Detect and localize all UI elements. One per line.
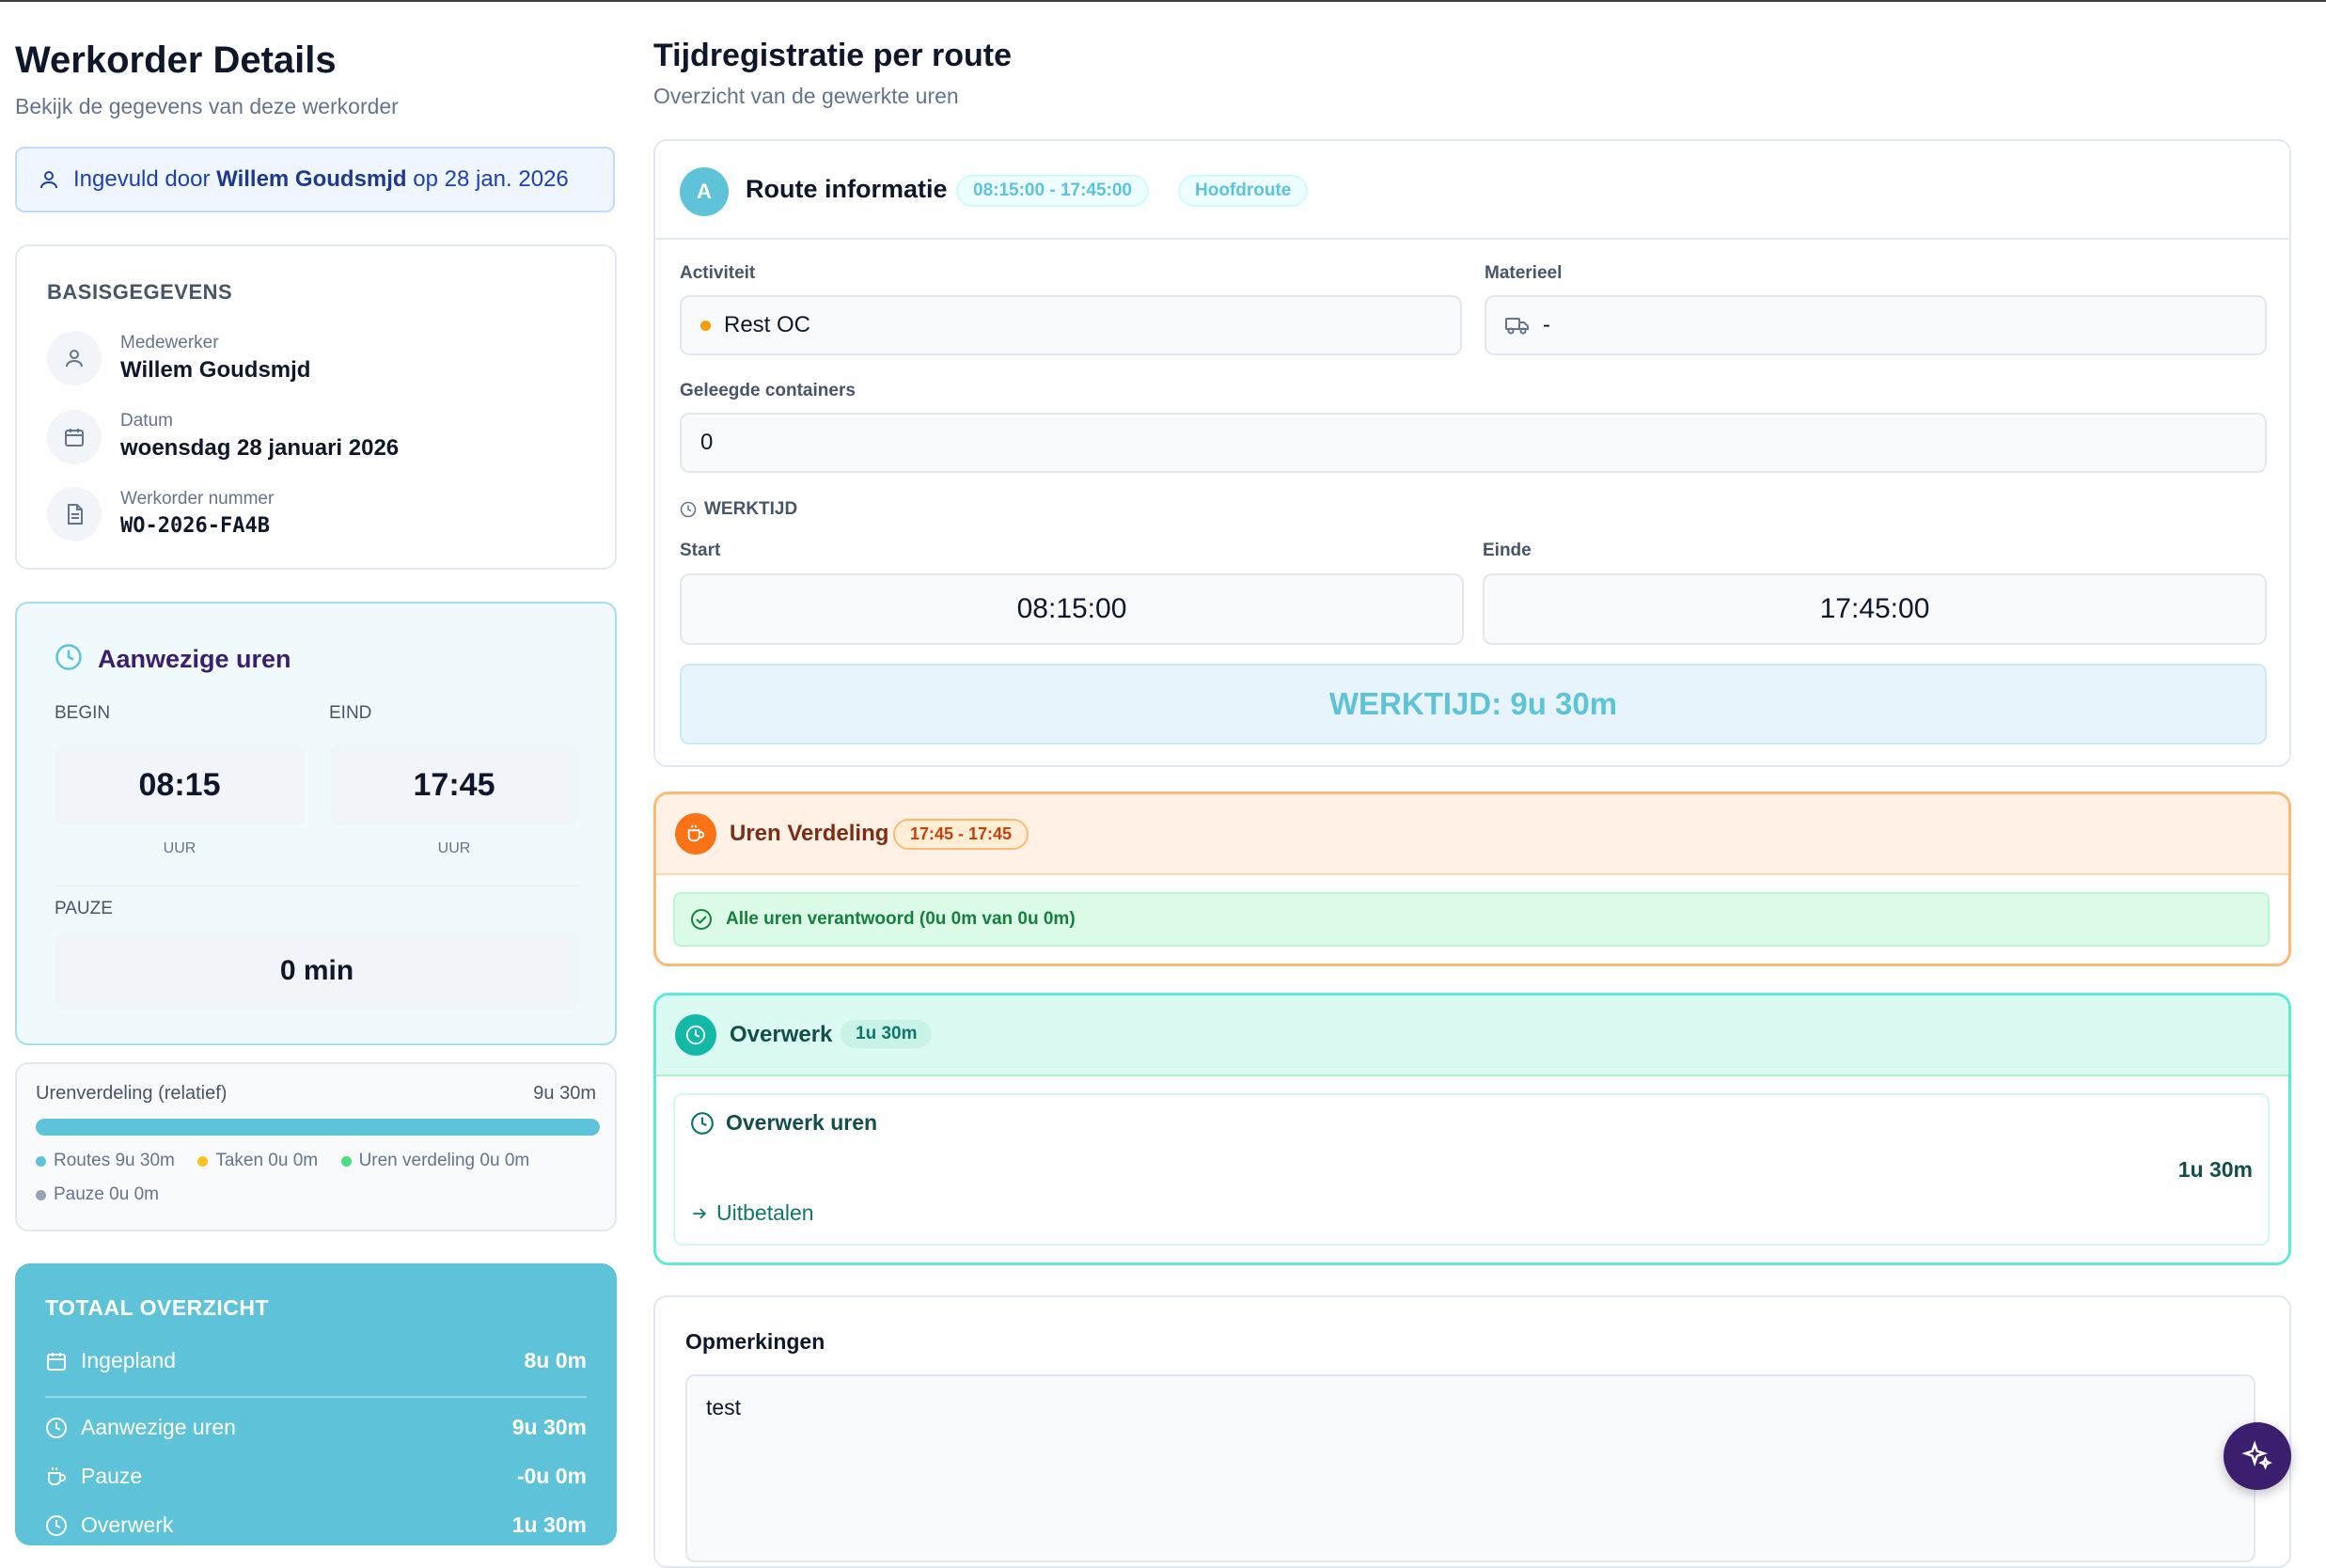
document-icon xyxy=(47,487,102,541)
route-title: Route informatie xyxy=(746,175,948,203)
page-subtitle: Bekijk de gegevens van deze werkorder xyxy=(15,94,399,118)
remarks-card: Opmerkingen test xyxy=(653,1295,2291,1568)
material-field: - xyxy=(1485,295,2267,355)
hour-distribution-card: Uren Verdeling 17:45 - 17:45 Alle uren v… xyxy=(653,792,2291,966)
filled-by-banner: Ingevuld door Willem Goudsmjd op 28 jan.… xyxy=(15,147,615,212)
begin-unit: UUR xyxy=(163,840,196,856)
filled-by-name: Willem Goudsmjd xyxy=(216,166,407,192)
distribution-legend: Routes 9u 30m Taken 0u 0m Uren verdeling… xyxy=(36,1151,600,1205)
top-border xyxy=(0,0,2326,2)
employee-label: Medewerker xyxy=(120,333,219,353)
overtime-pill: 1u 30m xyxy=(841,1020,933,1048)
workorder-label: Werkorder nummer xyxy=(120,489,275,509)
clock-icon xyxy=(675,1014,716,1056)
section-title: Tijdregistratie per route xyxy=(653,38,1013,73)
clock-icon xyxy=(55,643,83,671)
payout-link[interactable]: Uitbetalen xyxy=(690,1200,814,1226)
overtime-inner: Overwerk uren 1u 30m Uitbetalen xyxy=(673,1093,2270,1246)
distribution-bar xyxy=(36,1119,600,1136)
end-unit: UUR xyxy=(437,840,471,856)
clock-icon xyxy=(690,1111,715,1136)
legend-tasks: Taken 0u 0m xyxy=(197,1151,318,1171)
legend-routes: Routes 9u 30m xyxy=(36,1151,175,1171)
coffee-icon xyxy=(675,813,716,855)
clock-icon xyxy=(680,501,697,518)
section-subtitle: Overzicht van de gewerkte uren xyxy=(653,84,959,108)
route-type-pill: Hoofdroute xyxy=(1178,175,1309,207)
overtime-card: Overwerk 1u 30m Overwerk uren 1u 30m Uit… xyxy=(653,993,2291,1265)
coffee-icon xyxy=(45,1466,68,1488)
end-time-field[interactable]: 17:45:00 xyxy=(1483,573,2267,645)
route-header-divider xyxy=(655,238,2289,240)
calendar-icon xyxy=(47,410,102,464)
basis-card: BASISGEGEVENS Medewerker Willem Goudsmjd… xyxy=(15,244,617,570)
route-avatar: A xyxy=(680,167,729,216)
worktime-total: WERKTIJD: 9u 30m xyxy=(680,664,2267,745)
activity-field: Rest OC xyxy=(680,295,1462,355)
total-overview-card: TOTAAL OVERZICHT Ingepland 8u 0m Aanwezi… xyxy=(15,1263,617,1545)
distribution-total: 9u 30m xyxy=(533,1083,596,1104)
total-row-planned: Ingepland 8u 0m xyxy=(45,1348,587,1373)
activity-value: Rest OC xyxy=(724,312,811,337)
total-row-attendance: Aanwezige uren 9u 30m xyxy=(45,1415,587,1440)
remarks-title: Opmerkingen xyxy=(685,1329,825,1354)
page-title: Werkorder Details xyxy=(15,39,337,81)
truck-icon xyxy=(1505,315,1530,336)
material-label: Materieel xyxy=(1485,263,1563,283)
end-label: Einde xyxy=(1483,541,1532,560)
start-label: Start xyxy=(680,541,721,560)
worktime-heading: WERKTIJD xyxy=(680,499,797,520)
user-icon xyxy=(47,331,102,385)
pause-label: PAUZE xyxy=(55,899,113,918)
basis-title: BASISGEGEVENS xyxy=(47,280,233,304)
overtime-title: Overwerk xyxy=(730,1022,833,1047)
overtime-value: 1u 30m xyxy=(2177,1157,2253,1182)
check-circle-icon xyxy=(690,908,713,931)
total-divider xyxy=(45,1396,587,1398)
activity-label: Activiteit xyxy=(680,263,756,283)
activity-dot xyxy=(700,320,711,331)
filled-by-middle: op xyxy=(413,166,438,192)
total-row-overtime: Overwerk 1u 30m xyxy=(45,1513,587,1538)
sparkle-icon xyxy=(2241,1440,2273,1472)
end-time: 17:45 xyxy=(329,745,579,825)
employee-value: Willem Goudsmjd xyxy=(120,357,311,383)
filled-by-date: 28 jan. 2026 xyxy=(444,166,569,192)
hour-distribution-pill: 17:45 - 17:45 xyxy=(893,819,1029,850)
overtime-inner-heading: Overwerk uren xyxy=(690,1110,877,1136)
clock-icon xyxy=(45,1417,68,1439)
ai-assistant-button[interactable] xyxy=(2224,1422,2291,1490)
remarks-text[interactable]: test xyxy=(685,1374,2255,1562)
clock-icon xyxy=(45,1514,68,1537)
begin-label: BEGIN xyxy=(55,703,111,723)
pause-value: 0 min xyxy=(55,933,579,1010)
user-icon xyxy=(38,168,60,191)
legend-pause: Pauze 0u 0m xyxy=(36,1184,159,1205)
material-value: - xyxy=(1543,312,1550,337)
distribution-title: Urenverdeling (relatief) xyxy=(36,1083,228,1104)
date-label: Datum xyxy=(120,411,173,431)
hour-distribution-title: Uren Verdeling xyxy=(730,821,889,846)
distribution-bar-fill xyxy=(36,1119,600,1136)
total-row-pause: Pauze -0u 0m xyxy=(45,1464,587,1489)
route-card: A Route informatie 08:15:00 - 17:45:00 H… xyxy=(653,139,2291,767)
route-time-pill: 08:15:00 - 17:45:00 xyxy=(956,175,1149,207)
containers-label: Geleegde containers xyxy=(680,381,856,400)
start-time-field[interactable]: 08:15:00 xyxy=(680,573,1464,645)
attendance-card: Aanwezige uren BEGIN EIND 08:15 17:45 UU… xyxy=(15,602,617,1045)
date-value: woensdag 28 januari 2026 xyxy=(120,435,400,461)
containers-field: 0 xyxy=(680,413,2267,473)
arrow-right-icon xyxy=(690,1204,709,1223)
distribution-card: Urenverdeling (relatief) 9u 30m Routes 9… xyxy=(15,1062,617,1231)
attendance-title: Aanwezige uren xyxy=(98,645,291,673)
end-label: EIND xyxy=(329,703,372,723)
begin-time: 08:15 xyxy=(55,745,305,825)
legend-hour-distribution: Uren verdeling 0u 0m xyxy=(340,1151,529,1171)
total-title: TOTAAL OVERZICHT xyxy=(45,1295,269,1320)
calendar-icon xyxy=(45,1350,68,1372)
workorder-value: WO-2026-FA4B xyxy=(120,514,270,538)
filled-by-prefix: Ingevuld door xyxy=(73,166,211,192)
hour-distribution-status: Alle uren verantwoord (0u 0m van 0u 0m) xyxy=(673,892,2270,947)
